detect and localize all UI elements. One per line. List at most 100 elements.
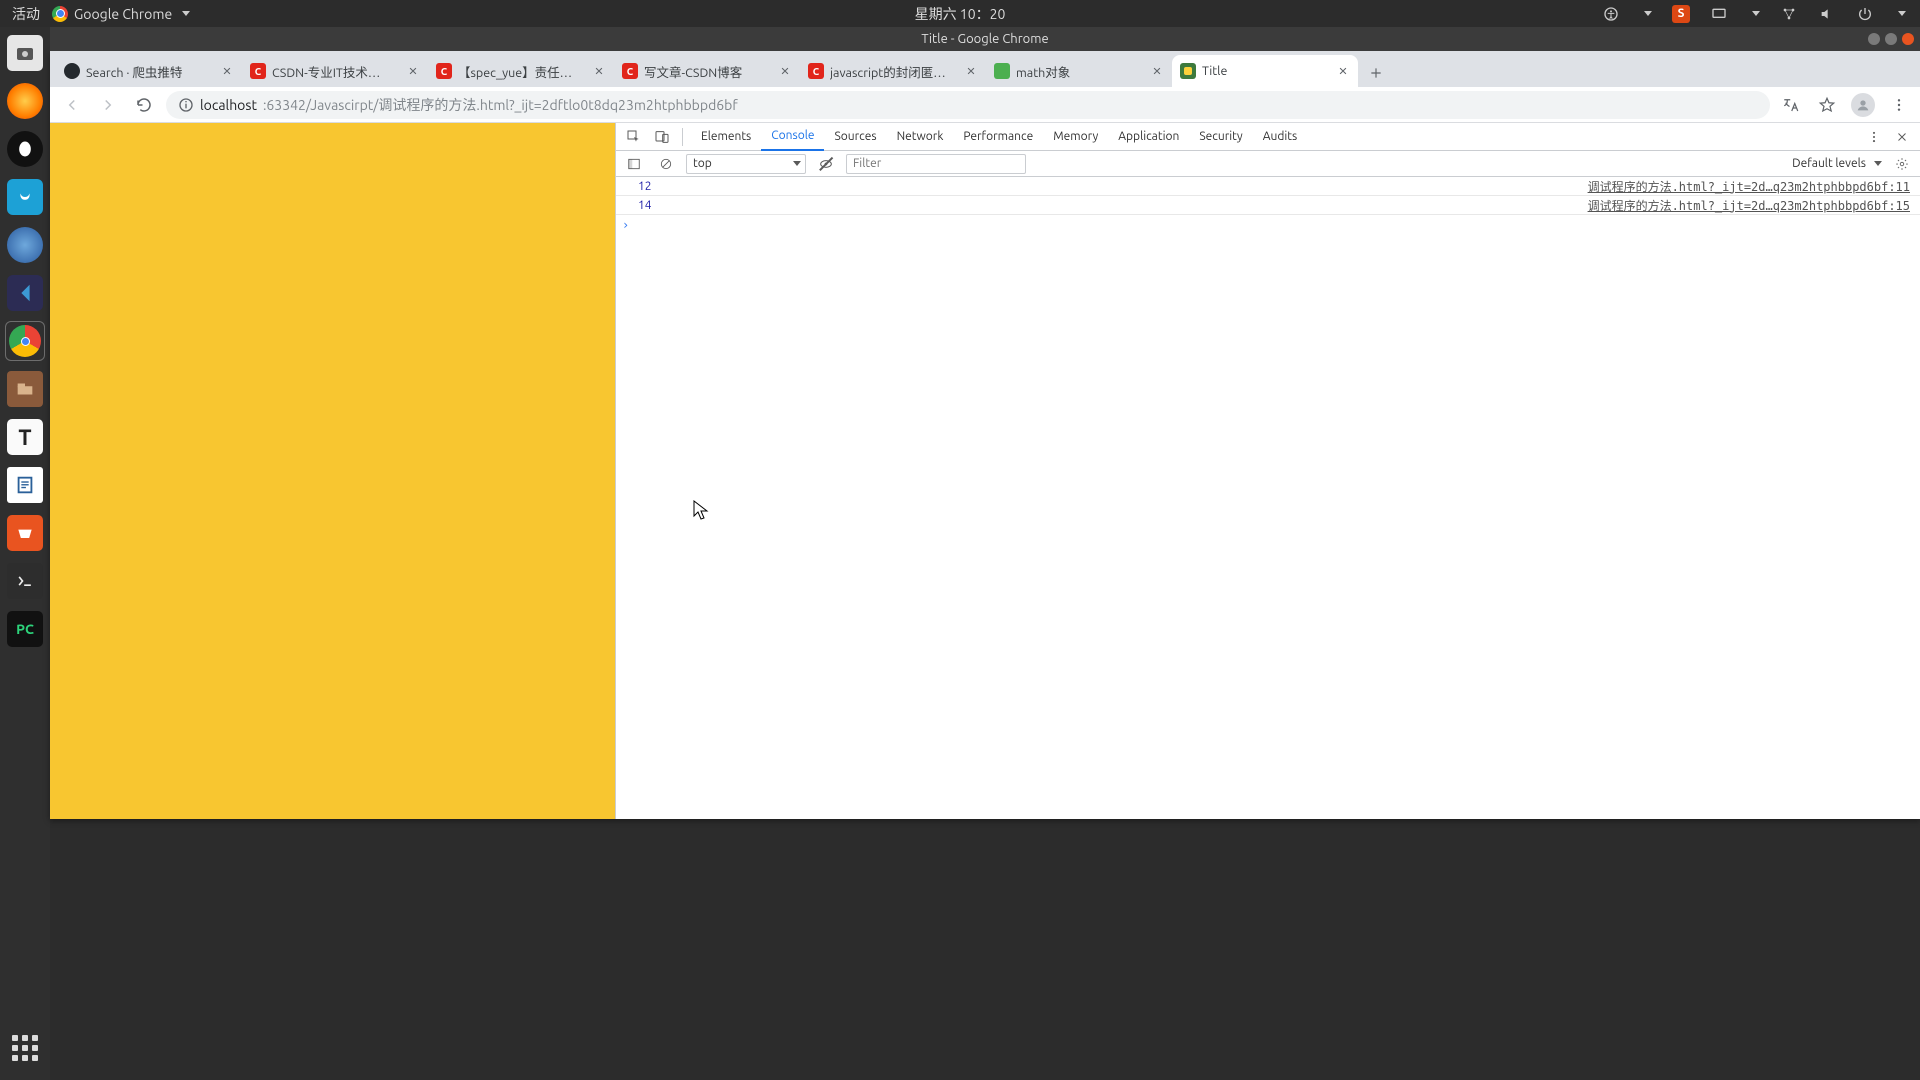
- console-log-source-link[interactable]: 调试程序的方法.html?_ijt=2d…q23m2htphbbpd6bf:15: [1588, 197, 1910, 214]
- live-expression-icon[interactable]: [814, 152, 838, 176]
- devtools-tab-elements[interactable]: Elements: [691, 123, 761, 151]
- dock-libreoffice[interactable]: [5, 465, 45, 505]
- dock-ubuntu-software[interactable]: [5, 513, 45, 553]
- devtools-tab-network[interactable]: Network: [887, 123, 954, 151]
- page-content[interactable]: [50, 123, 615, 819]
- chrome-menu-icon[interactable]: [1886, 92, 1912, 118]
- browser-tab[interactable]: CCSDN-专业IT技术…: [242, 55, 428, 87]
- chevron-down-icon: [1898, 11, 1906, 16]
- accessibility-icon[interactable]: [1602, 5, 1620, 23]
- devtools-tab-console[interactable]: Console: [761, 123, 824, 151]
- inspect-element-icon[interactable]: [622, 125, 646, 149]
- browser-tab[interactable]: math对象: [986, 55, 1172, 87]
- devtools-panel: ElementsConsoleSourcesNetworkPerformance…: [615, 123, 1920, 819]
- system-clock[interactable]: 星期六 10：20: [915, 4, 1006, 24]
- separator: [682, 128, 683, 146]
- display-icon[interactable]: [1710, 5, 1728, 23]
- tab-close-icon[interactable]: [406, 64, 420, 78]
- dock-text-editor[interactable]: T: [5, 417, 45, 457]
- console-settings-icon[interactable]: [1890, 152, 1914, 176]
- power-icon[interactable]: [1856, 5, 1874, 23]
- devtools-tab-memory[interactable]: Memory: [1043, 123, 1108, 151]
- math-favicon: [994, 63, 1010, 79]
- tab-label: Search · 爬虫推特: [86, 62, 214, 81]
- tab-label: 【spec_yue】责任…: [458, 62, 586, 81]
- console-prompt[interactable]: ›: [616, 215, 1920, 234]
- devtools-tab-application[interactable]: Application: [1108, 123, 1189, 151]
- site-info-icon[interactable]: [178, 97, 194, 113]
- browser-tab[interactable]: C写文章-CSDN博客: [614, 55, 800, 87]
- csdn-favicon: C: [622, 63, 638, 79]
- tab-close-icon[interactable]: [592, 64, 606, 78]
- log-levels-label: Default levels: [1792, 157, 1866, 170]
- console-filter-input[interactable]: [846, 154, 1026, 174]
- tab-close-icon[interactable]: [1150, 64, 1164, 78]
- toolbar: localhost:63342/Javascirpt/调试程序的方法.html?…: [50, 87, 1920, 123]
- back-button[interactable]: [58, 91, 86, 119]
- window-minimize[interactable]: [1868, 33, 1880, 45]
- log-levels-selector[interactable]: Default levels: [1792, 157, 1882, 170]
- window-close[interactable]: [1902, 33, 1914, 45]
- console-output[interactable]: 12 调试程序的方法.html?_ijt=2d…q23m2htphbbpd6bf:…: [616, 177, 1920, 819]
- devtools-menu-icon[interactable]: [1862, 125, 1886, 149]
- dock-qq[interactable]: [5, 129, 45, 169]
- console-log-row[interactable]: 14 调试程序的方法.html?_ijt=2d…q23m2htphbbpd6bf:…: [616, 196, 1920, 215]
- console-sidebar-toggle-icon[interactable]: [622, 152, 646, 176]
- new-tab-button[interactable]: [1362, 59, 1390, 87]
- csdn-favicon: C: [808, 63, 824, 79]
- devtools-tab-security[interactable]: Security: [1189, 123, 1252, 151]
- tab-close-icon[interactable]: [1336, 64, 1350, 78]
- dock-files[interactable]: [5, 369, 45, 409]
- window-title: Title - Google Chrome: [921, 32, 1048, 46]
- chevron-down-icon: [1874, 161, 1882, 166]
- dock-terminal[interactable]: [5, 561, 45, 601]
- dock-thunderbird[interactable]: [5, 225, 45, 265]
- reload-button[interactable]: [130, 91, 158, 119]
- input-method-icon[interactable]: S: [1672, 5, 1690, 23]
- console-log-row[interactable]: 12 调试程序的方法.html?_ijt=2d…q23m2htphbbpd6bf:…: [616, 177, 1920, 196]
- window-maximize[interactable]: [1885, 33, 1897, 45]
- forward-button[interactable]: [94, 91, 122, 119]
- bookmark-icon[interactable]: [1814, 92, 1840, 118]
- volume-icon[interactable]: [1818, 5, 1836, 23]
- chrome-window: Title - Google Chrome Search · 爬虫推特CCSDN…: [50, 51, 1920, 819]
- clear-console-icon[interactable]: [654, 152, 678, 176]
- devtools-tab-audits[interactable]: Audits: [1253, 123, 1308, 151]
- tab-label: CSDN-专业IT技术…: [272, 62, 400, 81]
- app-menu[interactable]: Google Chrome: [52, 6, 190, 22]
- dock-vscode[interactable]: [5, 273, 45, 313]
- browser-tab[interactable]: Search · 爬虫推特: [56, 55, 242, 87]
- devtools-tab-performance[interactable]: Performance: [953, 123, 1043, 151]
- devtools-tab-sources[interactable]: Sources: [824, 123, 886, 151]
- browser-tab[interactable]: Title: [1172, 55, 1358, 87]
- address-host: localhost: [200, 97, 257, 113]
- console-log-value: 14: [638, 199, 652, 212]
- dock-app[interactable]: [5, 177, 45, 217]
- dock-firefox[interactable]: [5, 81, 45, 121]
- devtools-close-icon[interactable]: [1890, 125, 1914, 149]
- chrome-icon: [52, 6, 68, 22]
- tab-close-icon[interactable]: [964, 64, 978, 78]
- tab-label: math对象: [1016, 62, 1144, 81]
- browser-tab[interactable]: C【spec_yue】责任…: [428, 55, 614, 87]
- dock-screenshot[interactable]: [5, 33, 45, 73]
- tab-strip: Search · 爬虫推特CCSDN-专业IT技术…C【spec_yue】责任……: [50, 51, 1920, 87]
- dock-show-apps[interactable]: [5, 1028, 45, 1068]
- console-log-source-link[interactable]: 调试程序的方法.html?_ijt=2d…q23m2htphbbpd6bf:11: [1588, 178, 1910, 195]
- chevron-down-icon: [1752, 11, 1760, 16]
- translate-icon[interactable]: [1778, 92, 1804, 118]
- device-toggle-icon[interactable]: [650, 125, 674, 149]
- context-selector[interactable]: top: [686, 154, 806, 174]
- console-log-value: 12: [638, 180, 652, 193]
- dock-pycharm[interactable]: PC: [5, 609, 45, 649]
- tab-close-icon[interactable]: [220, 64, 234, 78]
- dock-chrome[interactable]: [5, 321, 45, 361]
- address-bar[interactable]: localhost:63342/Javascirpt/调试程序的方法.html?…: [166, 91, 1770, 119]
- py-favicon: [1180, 63, 1196, 79]
- devtools-tabs: ElementsConsoleSourcesNetworkPerformance…: [616, 123, 1920, 151]
- network-icon[interactable]: [1780, 5, 1798, 23]
- browser-tab[interactable]: Cjavascript的封闭匿…: [800, 55, 986, 87]
- activities-button[interactable]: 活动: [12, 4, 40, 24]
- tab-close-icon[interactable]: [778, 64, 792, 78]
- profile-avatar[interactable]: [1850, 92, 1876, 118]
